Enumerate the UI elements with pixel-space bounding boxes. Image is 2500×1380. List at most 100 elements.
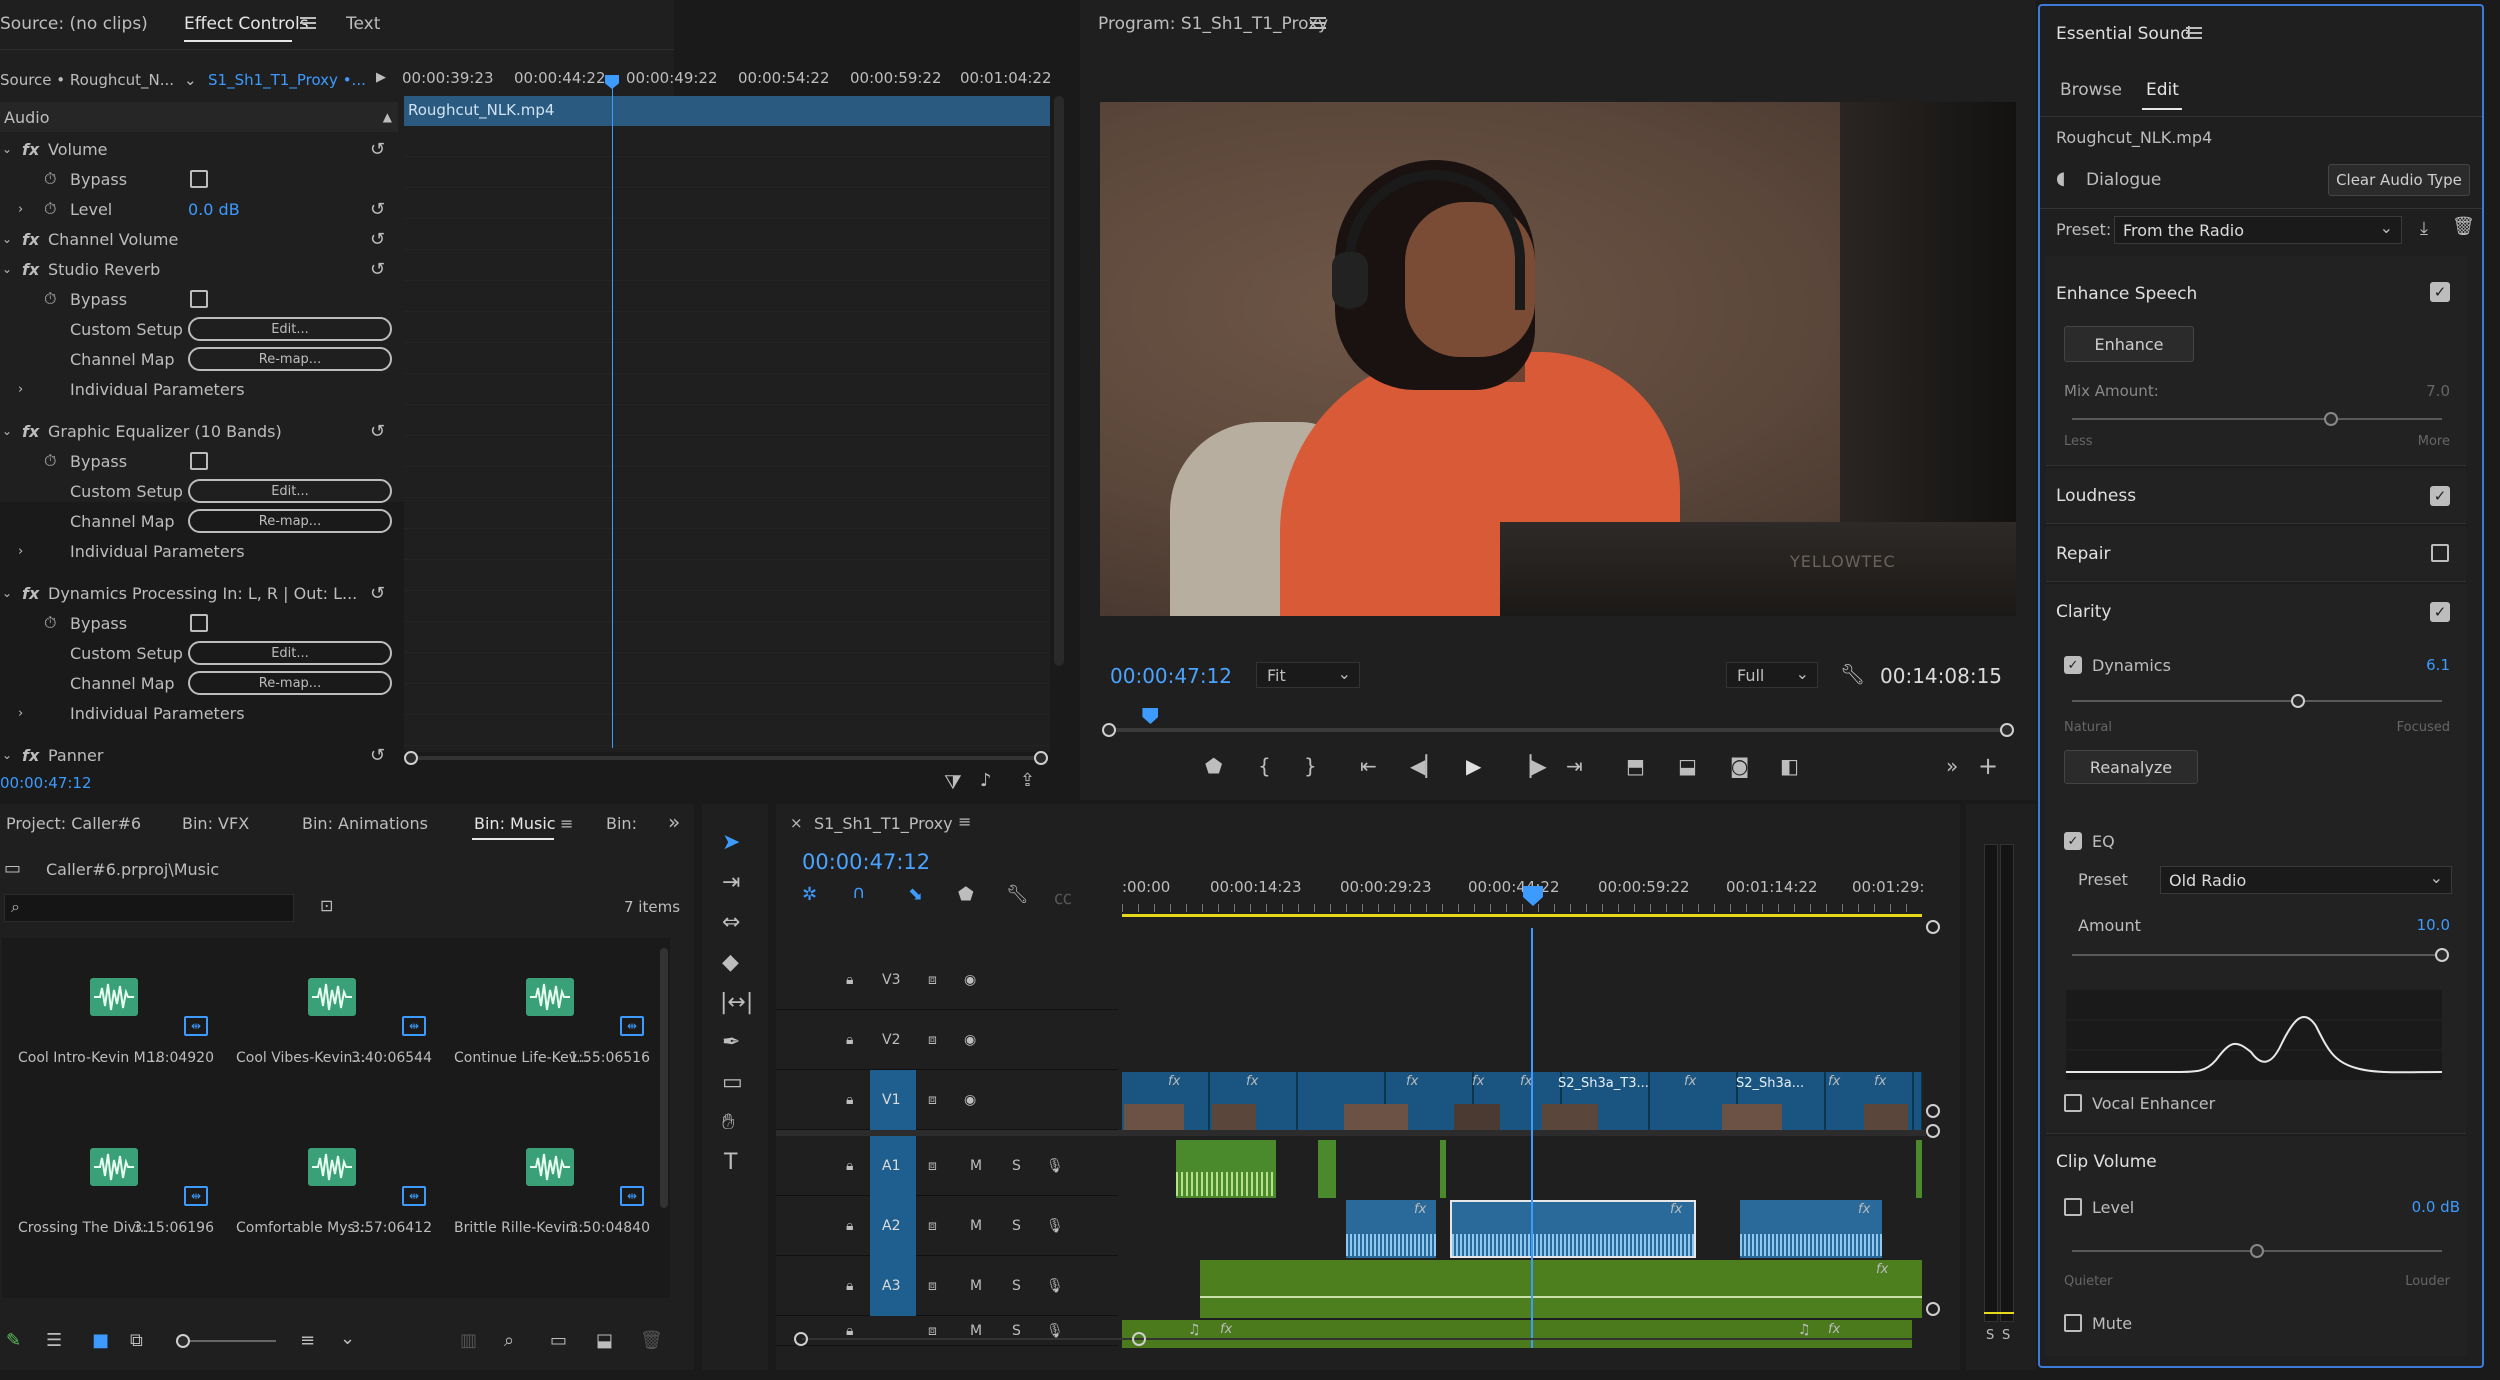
effect-controls-clip[interactable]: Roughcut_NLK.mp4 xyxy=(404,96,1050,126)
filter-icon[interactable]: ⧩ xyxy=(944,770,962,794)
bin-item[interactable]: ⇹ Cool Vibes-Kevin... 3:40:06544 xyxy=(232,948,440,1108)
track-a1[interactable]: 🔒︎ A1 ⧈ M S 🎙︎ xyxy=(776,1136,1118,1196)
automate-icon[interactable]: ▥ xyxy=(460,1330,477,1351)
chevron-right-icon[interactable]: › xyxy=(18,544,23,559)
play-icon[interactable]: ▶ xyxy=(1466,754,1481,778)
bin-item[interactable]: ⇹ Continue Life-Kev... 1:55:06516 xyxy=(450,948,658,1108)
fx-icon[interactable]: fx xyxy=(22,260,39,279)
tab-bin-vfx[interactable]: Bin: VFX xyxy=(182,814,249,833)
delete-preset-icon[interactable]: 🗑︎ xyxy=(2452,216,2475,237)
list-view-icon[interactable]: ☰ xyxy=(46,1330,62,1351)
track-v3[interactable]: 🔒︎ V3 ⧈ ◉ xyxy=(776,950,1118,1010)
param-button[interactable]: Re-map... xyxy=(188,347,392,371)
fx-icon[interactable]: fx xyxy=(22,584,39,603)
stopwatch-icon[interactable]: ⏱︎ xyxy=(44,169,56,189)
track-a2[interactable]: 🔒︎ A2 ⧈ M S 🎙︎ xyxy=(776,1196,1118,1256)
selection-tool-icon[interactable]: ➤ xyxy=(722,830,740,855)
solo-track-button[interactable]: S xyxy=(1012,1218,1021,1234)
stopwatch-icon[interactable]: ⏱︎ xyxy=(44,199,56,219)
sync-lock-icon[interactable]: ⧈ xyxy=(928,1218,937,1234)
nest-icon[interactable]: ✲ xyxy=(802,884,817,905)
work-area-bar[interactable] xyxy=(1122,914,1922,917)
ruler-end-handle[interactable] xyxy=(1926,920,1940,934)
go-to-in-icon[interactable]: ⇤ xyxy=(1360,754,1377,778)
reset-icon[interactable]: ↺ xyxy=(370,259,385,280)
v-scroll-handle[interactable] xyxy=(1926,1104,1940,1118)
fit-dropdown[interactable]: Fit ⌄ xyxy=(1256,662,1360,688)
tab-text[interactable]: Text xyxy=(346,14,380,34)
lock-icon[interactable]: 🔒︎ xyxy=(846,1158,853,1174)
preset-dropdown[interactable]: From the Radio ⌄ xyxy=(2114,216,2402,244)
comparison-icon[interactable]: ◧ xyxy=(1780,754,1799,778)
v-scroll-handle[interactable] xyxy=(1926,1302,1940,1316)
chevron-down-icon[interactable]: ⌄ xyxy=(2,232,12,246)
panel-menu-icon[interactable] xyxy=(2186,26,2202,40)
eye-icon[interactable]: ◉ xyxy=(964,972,976,988)
microphone-icon[interactable]: 🎙︎ xyxy=(1046,1278,1064,1294)
captions-icon[interactable]: ㏄ xyxy=(1054,884,1072,910)
chevron-down-icon[interactable]: ⌄ xyxy=(2,586,12,600)
export-icon[interactable]: ⇪ xyxy=(1020,770,1035,791)
bypass-checkbox[interactable] xyxy=(190,290,208,308)
type-tool-icon[interactable]: T xyxy=(724,1150,737,1175)
mute-checkbox[interactable] xyxy=(2064,1314,2082,1332)
sync-lock-icon[interactable]: ⧈ xyxy=(928,1323,937,1339)
a1-clip[interactable] xyxy=(1916,1140,1922,1198)
step-forward-icon[interactable]: ▕▶ xyxy=(1516,754,1547,778)
new-search-bin-icon[interactable]: ⊡ xyxy=(320,896,333,915)
track-a3[interactable]: 🔒︎ A3 ⧈ M S 🎙︎ xyxy=(776,1256,1118,1316)
effect-header[interactable]: ⌄ fx Studio Reverb ↺ xyxy=(0,254,398,284)
repair-section[interactable]: Repair xyxy=(2046,526,2466,582)
bin-item[interactable]: ⇹ Brittle Rille-Kevin... 3:50:04840 xyxy=(450,1118,658,1278)
add-button-icon[interactable]: + xyxy=(1978,752,1998,780)
clarity-checkbox[interactable]: ✓ xyxy=(2430,602,2450,622)
zoom-slider[interactable] xyxy=(186,1340,276,1342)
reset-icon[interactable]: ↺ xyxy=(370,229,385,250)
effect-header[interactable]: ⌄ fx Channel Volume ↺ xyxy=(0,224,398,254)
chevron-right-icon[interactable]: › xyxy=(18,706,23,721)
effect-controls-ruler[interactable]: 00:00:39:23 00:00:44:22 00:00:49:22 00:0… xyxy=(402,66,1054,92)
tab-bin-animations[interactable]: Bin: Animations xyxy=(302,814,428,833)
tab-effect-controls[interactable]: Effect Controls xyxy=(184,14,309,34)
hand-tool-icon[interactable]: ✋︎ xyxy=(722,1110,735,1135)
dynamics-value[interactable]: 6.1 xyxy=(2426,656,2450,674)
scrub-start-handle[interactable] xyxy=(1102,723,1116,737)
solo-track-button[interactable]: S xyxy=(1012,1278,1021,1294)
scroll-handle-left[interactable] xyxy=(404,751,418,765)
level-knob[interactable] xyxy=(2250,1244,2264,1258)
panel-menu-icon[interactable]: ≡ xyxy=(958,812,971,831)
audio-only-icon[interactable]: ♪ xyxy=(980,770,992,791)
clear-audio-type-button[interactable]: Clear Audio Type xyxy=(2328,164,2470,196)
scrub-end-handle[interactable] xyxy=(2000,723,2014,737)
section-audio[interactable]: Audio ▲ xyxy=(0,102,398,132)
tab-source[interactable]: Source: (no clips) xyxy=(0,14,148,34)
horizontal-scrollbar[interactable] xyxy=(408,756,1048,760)
a3-clip[interactable] xyxy=(1200,1260,1922,1318)
param-button[interactable]: Edit... xyxy=(188,641,392,665)
linked-selection-icon[interactable]: ⬊ xyxy=(908,884,923,905)
eq-preset-dropdown[interactable]: Old Radio ⌄ xyxy=(2160,866,2452,894)
bin-scrollbar[interactable] xyxy=(660,948,668,1208)
mix-amount-knob[interactable] xyxy=(2324,412,2338,426)
reanalyze-button[interactable]: Reanalyze xyxy=(2064,750,2198,784)
amount-track[interactable] xyxy=(2072,954,2442,956)
lock-icon[interactable]: 🔒︎ xyxy=(846,1092,853,1108)
sync-lock-icon[interactable]: ⧈ xyxy=(928,972,937,988)
bypass-checkbox[interactable] xyxy=(190,614,208,632)
bin-item[interactable]: ⇹ Crossing The Divi... 3:15:06196 xyxy=(14,1118,222,1278)
extract-icon[interactable]: ⬓ xyxy=(1678,754,1697,778)
param-button[interactable]: Re-map... xyxy=(188,509,392,533)
level-value[interactable]: 0.0 dB xyxy=(2412,1198,2460,1216)
tab-edit[interactable]: Edit xyxy=(2146,80,2179,100)
param-value[interactable]: 0.0 dB xyxy=(188,200,240,219)
timeline-hscroll[interactable] xyxy=(802,1338,1912,1340)
tab-bin-music[interactable]: Bin: Music xyxy=(474,814,556,833)
a1-clip[interactable] xyxy=(1440,1140,1446,1198)
chevron-down-icon[interactable]: ⌄ xyxy=(2,262,12,276)
fx-icon[interactable]: fx xyxy=(22,746,39,765)
play-triangle-icon[interactable]: ▶ xyxy=(376,70,386,85)
snap-icon[interactable]: ∩ xyxy=(852,882,865,903)
reset-icon[interactable]: ↺ xyxy=(370,421,385,442)
solo-track-button[interactable]: S xyxy=(1012,1158,1021,1174)
timeline-ruler[interactable]: :00:00 00:00:14:23 00:00:29:23 00:00:44:… xyxy=(1122,868,1924,920)
